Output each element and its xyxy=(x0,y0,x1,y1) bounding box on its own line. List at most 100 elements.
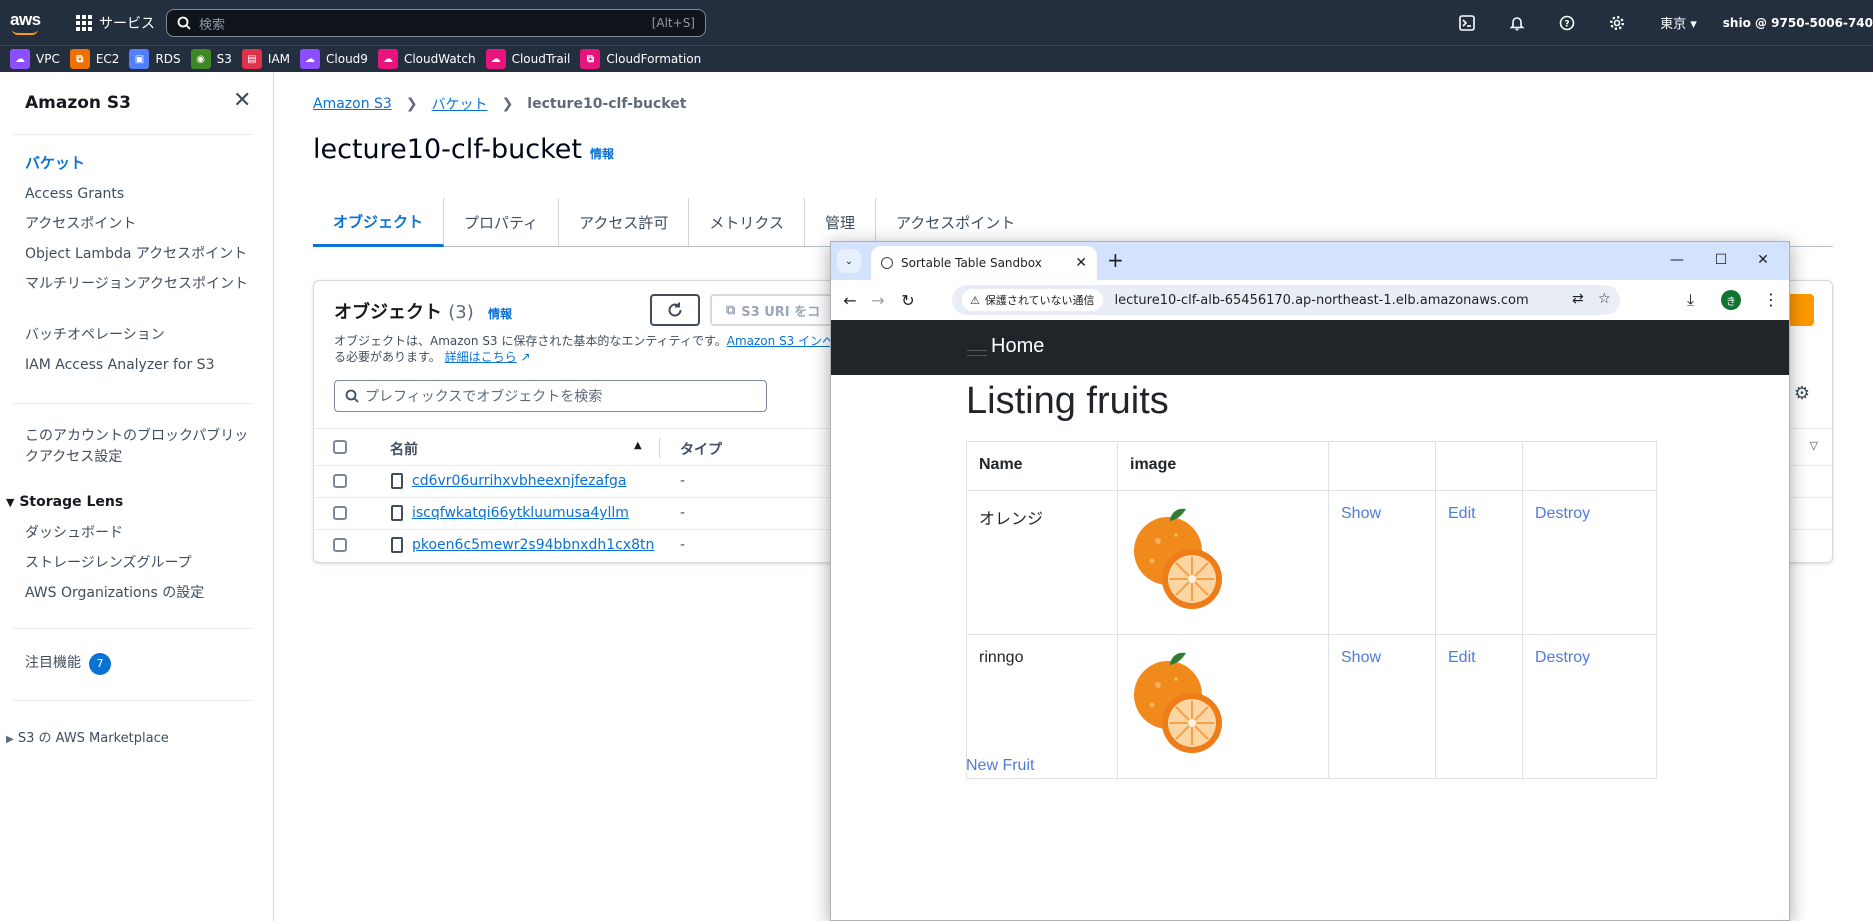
fav-s3[interactable]: ◉ S3 xyxy=(190,49,232,69)
breadcrumb-amazon-s3[interactable]: Amazon S3 xyxy=(313,96,392,112)
column-resizer[interactable] xyxy=(659,438,660,458)
inventory-link[interactable]: Amazon S3 インベ xyxy=(727,334,834,348)
sidebar-item-featured[interactable]: 注目機能 7 xyxy=(25,653,250,675)
sidebar-group-storage-lens[interactable]: ▼ Storage Lens xyxy=(6,494,123,510)
tab-objects[interactable]: オブジェクト xyxy=(313,198,445,247)
info-link[interactable]: 情報 xyxy=(590,147,614,161)
divider xyxy=(12,700,253,701)
fav-cloudtrail[interactable]: ☁ CloudTrail xyxy=(485,49,570,69)
back-arrow-icon[interactable]: ← xyxy=(839,289,861,311)
tab-access-points[interactable]: アクセスポイント xyxy=(876,198,1035,246)
row-checkbox[interactable] xyxy=(333,506,347,520)
row-checkbox[interactable] xyxy=(333,538,347,552)
cloudtrail-icon: ☁ xyxy=(485,49,506,69)
show-link[interactable]: Show xyxy=(1341,649,1381,666)
close-tab-icon[interactable]: ✕ xyxy=(1075,255,1087,271)
services-label: サービス xyxy=(99,16,155,32)
object-name-link[interactable]: iscqfwkatqi66ytkluumusa4yllm xyxy=(412,505,629,521)
row-checkbox[interactable] xyxy=(333,474,347,488)
sidebar-item-access-grants[interactable]: Access Grants xyxy=(25,184,250,205)
edit-link[interactable]: Edit xyxy=(1448,649,1476,666)
address-bar[interactable]: ⚠ 保護されていない通信 lecture10-clf-alb-65456170.… xyxy=(952,285,1620,315)
prefix-search-input[interactable]: プレフィックスでオブジェクトを検索 xyxy=(334,380,767,412)
reload-icon[interactable]: ↻ xyxy=(897,289,919,311)
profile-avatar[interactable]: き xyxy=(1721,290,1741,310)
maximize-icon[interactable]: ☐ xyxy=(1711,250,1731,270)
object-name-link[interactable]: pkoen6c5mewr2s94bbnxdh1cx8tn xyxy=(412,537,654,553)
translate-icon[interactable]: ⇄ xyxy=(1572,291,1584,307)
copy-s3-uri-button[interactable]: ⧉ S3 URI をコ xyxy=(710,294,850,326)
minimize-icon[interactable]: — xyxy=(1667,250,1687,270)
close-icon[interactable]: ✕ xyxy=(233,90,251,112)
browser-tab-title: Sortable Table Sandbox xyxy=(901,256,1042,270)
navbar-toggler-icon[interactable] xyxy=(967,350,987,356)
fav-label: IAM xyxy=(267,52,291,66)
destroy-link[interactable]: Destroy xyxy=(1535,505,1590,522)
new-tab-plus-icon[interactable]: + xyxy=(1107,250,1124,270)
nav-home-link[interactable]: Home xyxy=(991,335,1044,358)
fav-cloudformation[interactable]: ⧉ CloudFormation xyxy=(580,49,701,69)
sidebar-item-buckets[interactable]: バケット xyxy=(25,153,250,174)
show-cell: Show xyxy=(1328,634,1436,779)
fav-cloud9[interactable]: ☁ Cloud9 xyxy=(300,49,368,69)
sidebar-item-organizations-settings[interactable]: AWS Organizations の設定 xyxy=(25,583,250,604)
object-name-link[interactable]: cd6vr06urrihxvbheexnjfezafga xyxy=(412,473,626,489)
notifications-bell-icon[interactable] xyxy=(1492,0,1542,45)
table-settings-gear-icon[interactable]: ⚙ xyxy=(1794,383,1810,404)
storage-lens-label: Storage Lens xyxy=(19,494,124,510)
tab-properties[interactable]: プロパティ xyxy=(444,198,560,246)
sidebar-item-marketplace[interactable]: ▶ S3 の AWS Marketplace xyxy=(6,727,169,746)
window-close-icon[interactable]: ✕ xyxy=(1753,250,1773,270)
sidebar-item-iam-access-analyzer[interactable]: IAM Access Analyzer for S3 xyxy=(25,355,250,376)
column-header-name[interactable]: 名前 xyxy=(390,439,418,459)
region-selector[interactable]: 東京 ▾ xyxy=(1642,13,1715,32)
destroy-link[interactable]: Destroy xyxy=(1535,649,1590,666)
services-menu-button[interactable]: サービス xyxy=(76,12,155,34)
column-header-type[interactable]: タイプ xyxy=(680,439,722,459)
account-menu[interactable]: shio @ 9750-5006-740 xyxy=(1715,16,1873,30)
fav-ec2[interactable]: ⧉ EC2 xyxy=(69,49,119,69)
global-search-input[interactable]: 検索 [Alt+S] xyxy=(166,9,706,37)
sort-ascending-icon[interactable]: ▲ xyxy=(634,440,642,451)
help-icon[interactable]: ? xyxy=(1542,0,1592,45)
aws-logo[interactable]: aws xyxy=(10,11,46,35)
sidebar-item-dashboard[interactable]: ダッシュボード xyxy=(25,523,250,544)
new-fruit-link[interactable]: New Fruit xyxy=(966,757,1034,775)
fav-vpc[interactable]: ☁ VPC xyxy=(10,49,60,69)
edit-link[interactable]: Edit xyxy=(1448,505,1476,522)
sidebar-item-block-public-access[interactable]: このアカウントのブロックパブリックアクセス設定 xyxy=(25,426,250,468)
info-link[interactable]: 情報 xyxy=(488,307,512,321)
browser-tab[interactable]: Sortable Table Sandbox ✕ xyxy=(871,246,1097,280)
bookmark-star-icon[interactable]: ☆ xyxy=(1598,291,1611,307)
object-type: - xyxy=(680,473,686,489)
sidebar-item-batch-operations[interactable]: バッチオペレーション xyxy=(25,325,250,346)
tab-permissions[interactable]: アクセス許可 xyxy=(559,198,690,246)
forward-arrow-icon[interactable]: → xyxy=(867,289,889,311)
settings-gear-icon[interactable] xyxy=(1592,0,1642,45)
cloudshell-icon[interactable] xyxy=(1442,0,1492,45)
menu-kebab-icon[interactable]: ⋮ xyxy=(1763,290,1779,309)
sidebar-item-object-lambda[interactable]: Object Lambda アクセスポイント xyxy=(25,244,250,265)
download-icon[interactable]: ⤓ xyxy=(1687,290,1694,310)
search-placeholder: 検索 xyxy=(199,17,226,33)
tab-management[interactable]: 管理 xyxy=(805,198,876,246)
search-icon xyxy=(177,16,191,30)
sidebar-item-access-points[interactable]: アクセスポイント xyxy=(25,214,250,235)
column-filter-icon[interactable]: ▽ xyxy=(1810,439,1818,452)
breadcrumb-buckets[interactable]: バケット xyxy=(432,94,488,114)
site-info-chip[interactable]: ⚠ 保護されていない通信 xyxy=(962,289,1103,311)
refresh-button[interactable] xyxy=(650,294,700,326)
fav-cloudwatch[interactable]: ☁ CloudWatch xyxy=(377,49,476,69)
select-all-checkbox[interactable] xyxy=(333,440,347,454)
tab-search-chevron-icon[interactable]: ⌄ xyxy=(837,249,861,273)
show-link[interactable]: Show xyxy=(1341,505,1381,522)
fav-iam[interactable]: ▤ IAM xyxy=(241,49,291,69)
tab-metrics[interactable]: メトリクス xyxy=(689,198,805,246)
sidebar-item-multi-region[interactable]: マルチリージョンアクセスポイント xyxy=(25,274,250,295)
fav-rds[interactable]: ▣ RDS xyxy=(129,49,181,69)
webpage-content: Home Listing fruits Name image オレンジ Show… xyxy=(831,320,1789,920)
learn-more-link[interactable]: 詳細はこちら xyxy=(445,350,517,364)
fav-label: Cloud9 xyxy=(326,52,368,66)
sidebar-item-lens-groups[interactable]: ストレージレンズグループ xyxy=(25,553,250,574)
search-icon xyxy=(345,389,359,403)
